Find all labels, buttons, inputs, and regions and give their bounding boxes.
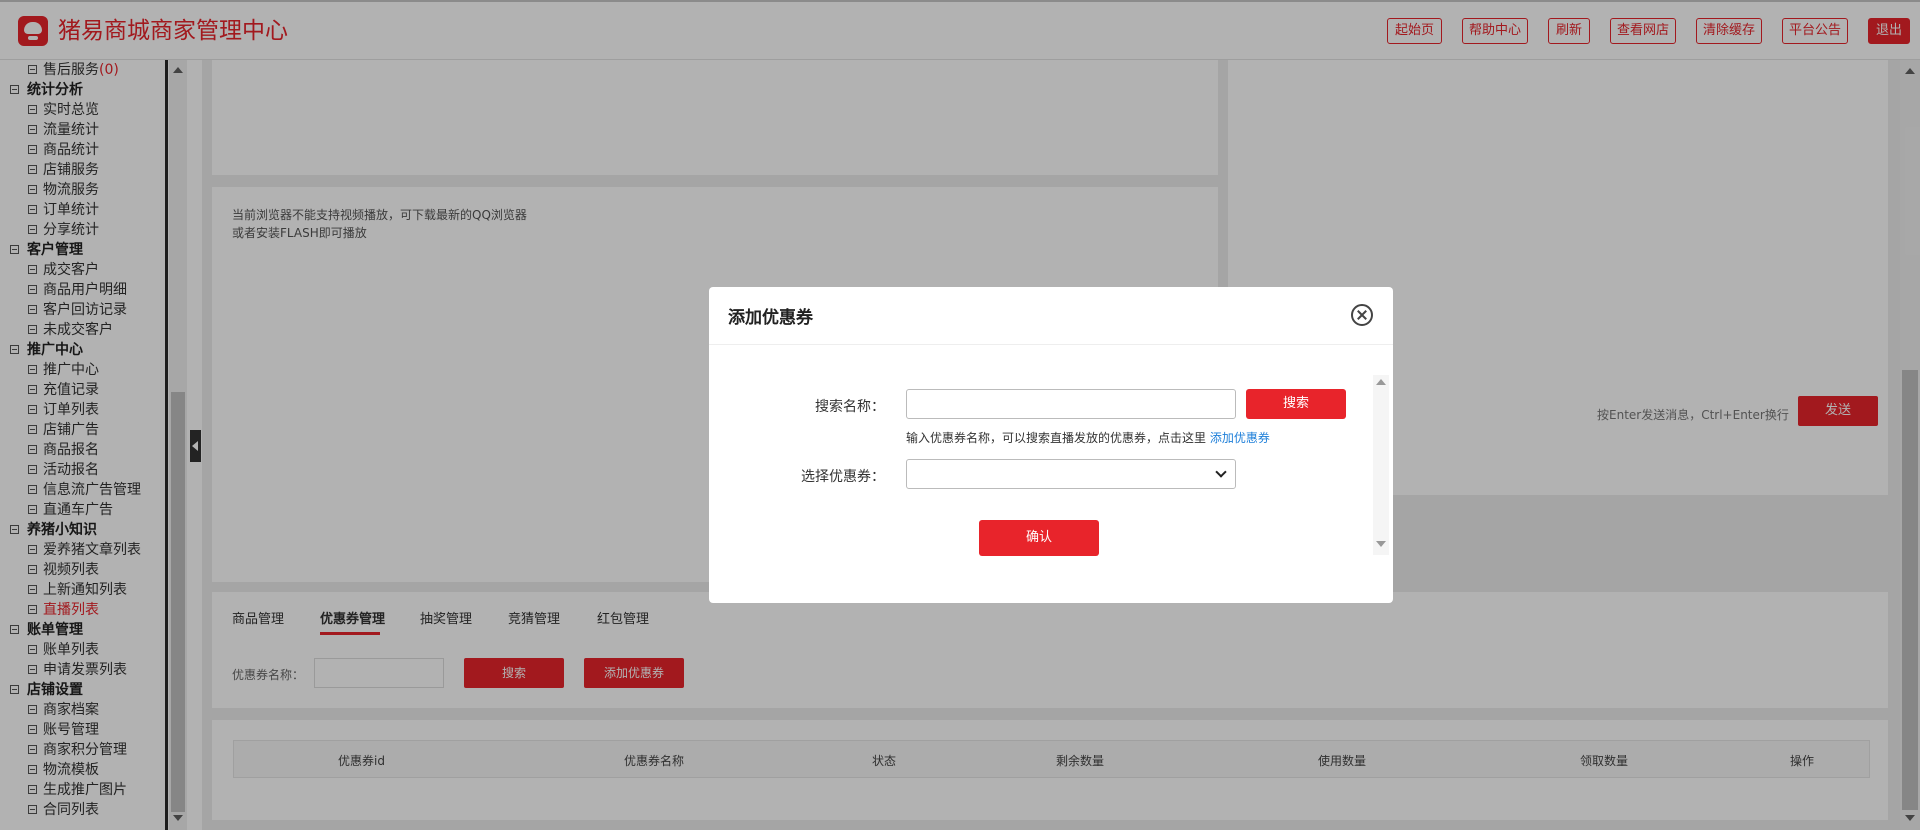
close-icon[interactable]	[1351, 304, 1373, 326]
dialog-divider	[709, 344, 1393, 345]
dialog-scrollbar[interactable]	[1373, 375, 1389, 555]
search-hint-text: 输入优惠券名称，可以搜索直播发放的优惠券，点击这里	[906, 431, 1207, 445]
dialog-scroll-up-icon[interactable]	[1376, 379, 1386, 385]
chevron-down-icon	[1215, 466, 1227, 478]
confirm-button[interactable]: 确认	[979, 520, 1099, 556]
dialog-title: 添加优惠券	[728, 308, 813, 328]
search-name-label: 搜索名称：	[815, 399, 885, 415]
dialog-search-button[interactable]: 搜索	[1246, 389, 1346, 419]
coupon-search-input[interactable]	[906, 389, 1236, 419]
select-coupon-label: 选择优惠券：	[801, 469, 885, 485]
add-coupon-dialog: 添加优惠券 搜索名称： 搜索 输入优惠券名称，可以搜索直播发放的优惠券，点击这里…	[709, 287, 1393, 603]
coupon-select[interactable]	[906, 459, 1236, 489]
dialog-scroll-down-icon[interactable]	[1376, 541, 1386, 547]
add-coupon-link[interactable]: 添加优惠券	[1210, 431, 1270, 445]
search-hint: 输入优惠券名称，可以搜索直播发放的优惠券，点击这里 添加优惠券	[906, 429, 1270, 446]
